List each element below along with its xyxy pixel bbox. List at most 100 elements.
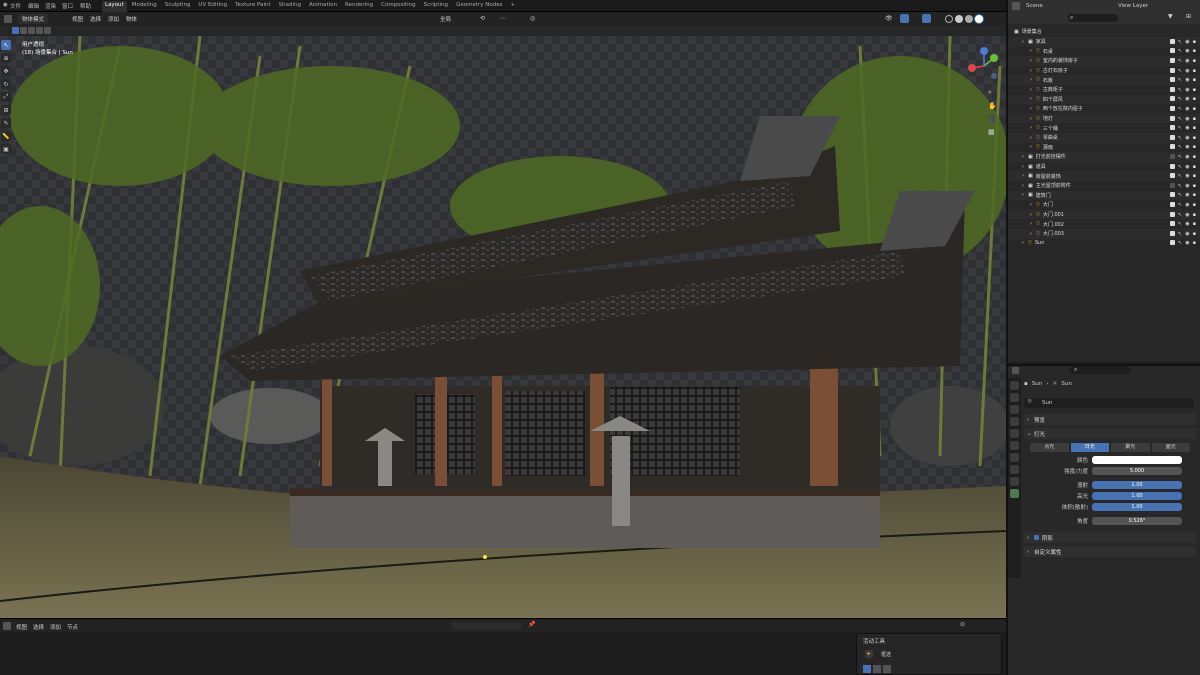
eye-icon[interactable]: ◉ [1185,135,1189,141]
mode-new-icon[interactable] [863,665,871,673]
visibility-icon[interactable]: 👁 [885,15,893,22]
select-box-icon[interactable]: ↖ [1,40,11,50]
eye-icon[interactable]: ◉ [1185,212,1189,218]
outliner-row[interactable]: › ▽ 大门 ↖ ◉ ▪ [1008,200,1200,210]
eye-icon[interactable]: ◉ [1185,68,1189,74]
select-mode-new-icon[interactable] [12,27,19,34]
select-mode-intersect-icon[interactable] [44,27,51,34]
outliner-row[interactable]: › ▽ 琴曲桌 ↖ ◉ ▪ [1008,133,1200,143]
select-arrow-icon[interactable]: ↖ [1178,58,1182,64]
eye-icon[interactable]: ◉ [1185,221,1189,227]
eye-icon[interactable]: ◉ [1185,48,1189,54]
eye-icon[interactable]: ◉ [1185,154,1189,160]
scene-tab-icon[interactable] [1010,429,1019,438]
menu-node[interactable]: 节点 [67,623,78,631]
outliner-row[interactable]: › ▽ 大门.001 ↖ ◉ ▪ [1008,210,1200,220]
outliner-row[interactable]: › ▽ 古灯石房子 ↖ ◉ ▪ [1008,66,1200,76]
select-mode-subtract-icon[interactable] [28,27,35,34]
camera-icon[interactable]: ▪ [1193,87,1196,93]
exclude-checkbox[interactable] [1170,211,1176,217]
camera-icon[interactable]: ▪ [1193,68,1196,74]
node-tree-select[interactable] [452,622,522,630]
section-light[interactable]: ⌄ 灯光 [1024,428,1196,439]
section-preview[interactable]: › 预览 [1024,414,1196,425]
measure-icon[interactable]: 📏 [1,131,11,141]
section-shadow[interactable]: › 阴影 [1024,532,1196,543]
eye-icon[interactable]: ◉ [1185,173,1189,179]
pan-hand-icon[interactable]: ✋ [988,102,997,110]
select-arrow-icon[interactable]: ↖ [1178,164,1182,170]
select-arrow-icon[interactable]: ↖ [1178,125,1182,131]
exclude-checkbox[interactable] [1170,67,1176,73]
tab-rendering[interactable]: Rendering [342,1,376,12]
outliner-row-root[interactable]: ▣ 场景集合 [1008,27,1200,37]
render-tab-icon[interactable] [1010,393,1019,402]
outliner-row[interactable]: › ▽ 古典柜子 ↖ ◉ ▪ [1008,85,1200,95]
menu-window[interactable]: 窗口 [62,2,73,10]
select-box-tool-icon[interactable]: ▸ [865,650,873,658]
diffuse-field[interactable]: 1.00 [1092,481,1182,489]
exclude-checkbox[interactable] [1170,48,1176,54]
3d-viewport[interactable]: ↖ ⊕ ✥ ↻ ⤢ ⊞ ✎ 📏 ▣ 用户透视 (18) 场景集合 | Sun 透… [0,36,1006,618]
view-layer-name[interactable]: View Layer [1118,3,1148,9]
eye-icon[interactable]: ◉ [1185,58,1189,64]
camera-icon[interactable]: ▪ [1193,231,1196,237]
color-swatch[interactable] [1092,456,1182,464]
select-arrow-icon[interactable]: ↖ [1178,192,1182,198]
physics-tab-icon[interactable] [1010,465,1019,474]
select-mode-extend-icon[interactable] [20,27,27,34]
exclude-checkbox[interactable] [1170,201,1176,207]
eye-icon[interactable]: ◉ [1185,106,1189,112]
camera-icon[interactable]: ▪ [1193,144,1196,150]
overlay-icon[interactable]: ⊙ [960,621,965,628]
pin-icon[interactable]: 📌 [528,621,535,628]
eye-icon[interactable]: ◉ [1185,144,1189,150]
eye-icon[interactable]: ◉ [1185,77,1189,83]
axis-x-icon[interactable] [968,64,976,72]
menu-add[interactable]: 添加 [50,623,61,631]
add-workspace-button[interactable]: + [507,1,518,12]
camera-icon[interactable]: 🎥 [988,115,997,123]
wireframe-shading-icon[interactable] [945,15,953,23]
select-arrow-icon[interactable]: ↖ [1178,39,1182,45]
exclude-checkbox[interactable] [1170,77,1176,83]
eye-icon[interactable]: ◉ [1185,164,1189,170]
camera-icon[interactable]: ▪ [1193,154,1196,160]
select-arrow-icon[interactable]: ↖ [1178,202,1182,208]
camera-icon[interactable]: ▪ [1193,202,1196,208]
overlay-toggle-icon[interactable] [922,14,931,23]
light-type-sun[interactable]: 日光 [1070,443,1109,452]
tab-scripting[interactable]: Scripting [421,1,451,12]
constraints-tab-icon[interactable] [1010,477,1019,486]
camera-icon[interactable]: ▪ [1193,240,1196,246]
exclude-checkbox[interactable] [1170,115,1176,121]
menu-view[interactable]: 视图 [72,15,83,23]
exclude-checkbox[interactable] [1170,221,1176,227]
volume-field[interactable]: 1.00 [1092,503,1182,511]
cursor-icon[interactable]: ⊕ [1,53,11,63]
grid-icon[interactable]: ▦ [988,128,997,136]
camera-icon[interactable]: ▪ [1193,116,1196,122]
outliner-row[interactable]: › ▽ 三个桶 ↖ ◉ ▪ [1008,123,1200,133]
transform-icon[interactable]: ⊞ [1,105,11,115]
exclude-checkbox[interactable] [1170,96,1176,102]
outliner-row[interactable]: › ▽ 大门.002 ↖ ◉ ▪ [1008,219,1200,229]
select-arrow-icon[interactable]: ↖ [1178,240,1182,246]
tab-layout[interactable]: Layout [102,1,127,12]
navigation-gizmo[interactable] [964,46,1004,86]
section-custom-properties[interactable]: › 自定义属性 [1024,546,1196,557]
camera-icon[interactable]: ▪ [1193,96,1196,102]
menu-object[interactable]: 物体 [126,15,137,23]
tool-tab-icon[interactable] [1010,381,1019,390]
outliner-row[interactable]: › ▣ 主光屋顶前附件 ↖ ◉ ▪ [1008,181,1200,191]
menu-select[interactable]: 选择 [33,623,44,631]
outliner-row[interactable]: › ▣ 道具 ↖ ◉ ▪ [1008,162,1200,172]
exclude-checkbox[interactable] [1170,163,1176,169]
select-arrow-icon[interactable]: ↖ [1178,96,1182,102]
outliner-search-input[interactable] [1068,14,1118,22]
light-type-spot[interactable]: 聚光 [1111,443,1150,452]
tab-compositing[interactable]: Compositing [378,1,418,12]
pivot-icon[interactable]: ⟲ [480,15,485,22]
exclude-checkbox[interactable] [1170,192,1176,198]
select-arrow-icon[interactable]: ↖ [1178,144,1182,150]
